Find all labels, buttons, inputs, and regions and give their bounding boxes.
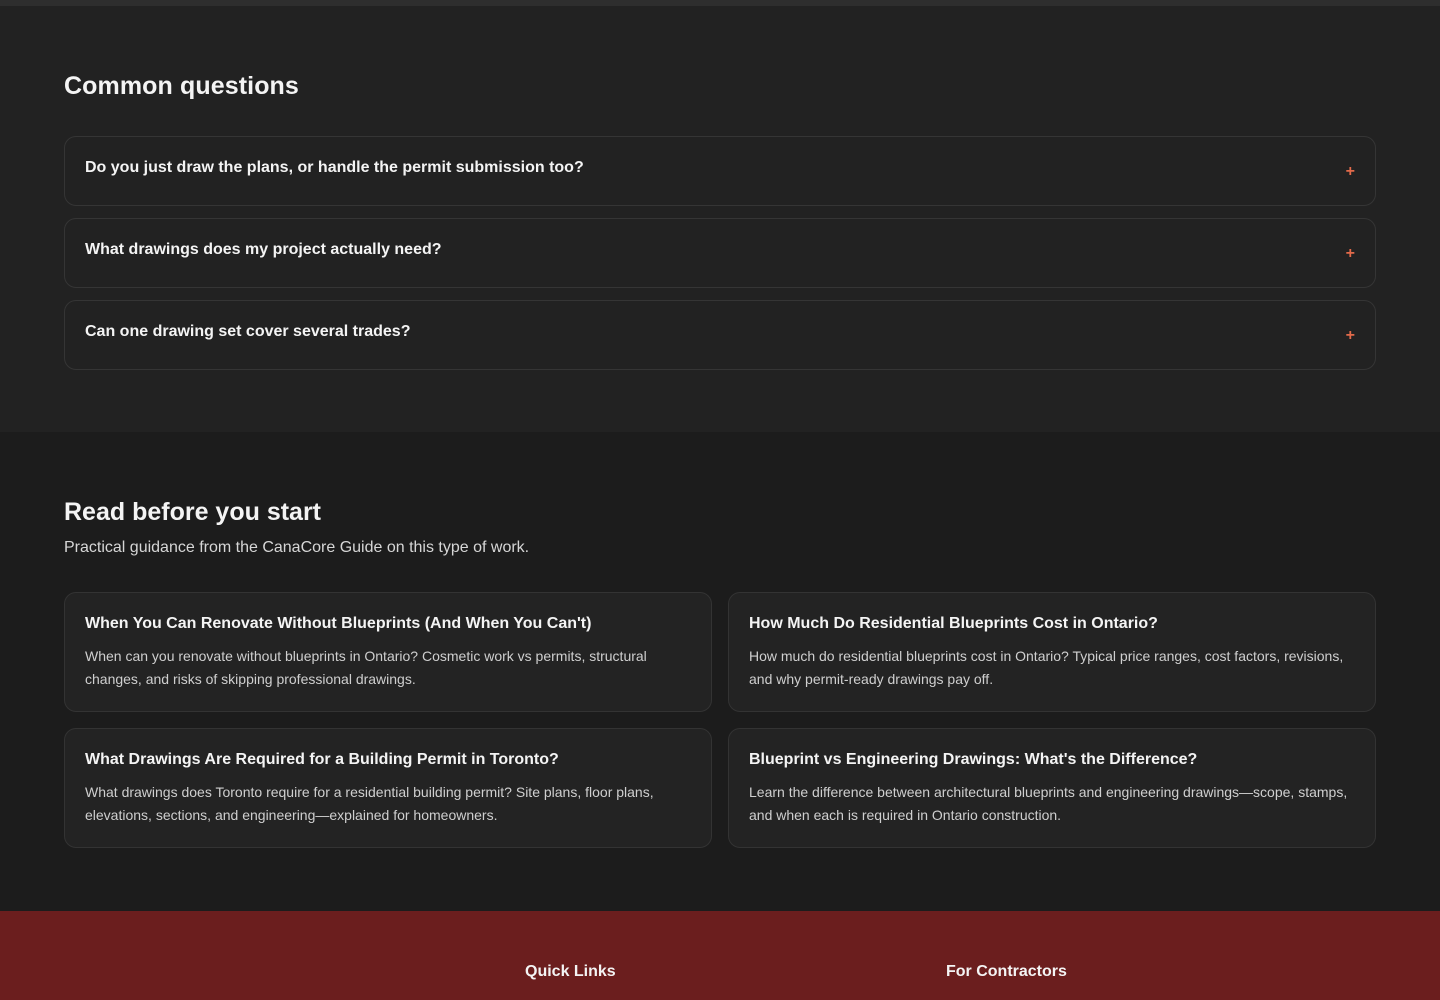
plus-icon[interactable]: + <box>1346 246 1355 262</box>
faq-question: Can one drawing set cover several trades… <box>85 323 411 340</box>
faq-item[interactable]: Do you just draw the plans, or handle th… <box>64 136 1376 206</box>
faq-item[interactable]: What drawings does my project actually n… <box>64 218 1376 288</box>
article-card-grid: When You Can Renovate Without Blueprints… <box>64 592 1376 848</box>
faq-list: Do you just draw the plans, or handle th… <box>64 136 1376 370</box>
plus-icon[interactable]: + <box>1346 328 1355 344</box>
guide-section: Read before you start Practical guidance… <box>0 432 1440 911</box>
article-card-description: When can you renovate without blueprints… <box>85 648 647 687</box>
faq-title: Common questions <box>64 72 299 100</box>
article-card-title[interactable]: Blueprint vs Engineering Drawings: What'… <box>749 751 1355 769</box>
faq-question: What drawings does my project actually n… <box>85 241 442 258</box>
plus-icon[interactable]: + <box>1346 164 1355 180</box>
article-card[interactable]: How Much Do Residential Blueprints Cost … <box>728 592 1376 712</box>
site-footer: Quick Links For Contractors <box>0 911 1440 1000</box>
footer-quick-links-heading: Quick Links <box>525 963 616 980</box>
article-card[interactable]: When You Can Renovate Without Blueprints… <box>64 592 712 712</box>
article-card-description: What drawings does Toronto require for a… <box>85 784 654 823</box>
article-card-title[interactable]: What Drawings Are Required for a Buildin… <box>85 751 691 769</box>
faq-item[interactable]: Can one drawing set cover several trades… <box>64 300 1376 370</box>
article-card-description: How much do residential blueprints cost … <box>749 648 1344 687</box>
footer-contractors-heading: For Contractors <box>946 963 1067 980</box>
article-card-description: Learn the difference between architectur… <box>749 784 1348 823</box>
article-card-title[interactable]: How Much Do Residential Blueprints Cost … <box>749 615 1355 633</box>
faq-question: Do you just draw the plans, or handle th… <box>85 159 584 176</box>
article-card[interactable]: Blueprint vs Engineering Drawings: What'… <box>728 728 1376 848</box>
article-card[interactable]: What Drawings Are Required for a Buildin… <box>64 728 712 848</box>
guide-subtitle: Practical guidance from the CanaCore Gui… <box>64 539 530 556</box>
guide-title: Read before you start <box>64 498 322 526</box>
faq-section: Common questions Do you just draw the pl… <box>0 6 1440 432</box>
article-card-title[interactable]: When You Can Renovate Without Blueprints… <box>85 615 691 633</box>
